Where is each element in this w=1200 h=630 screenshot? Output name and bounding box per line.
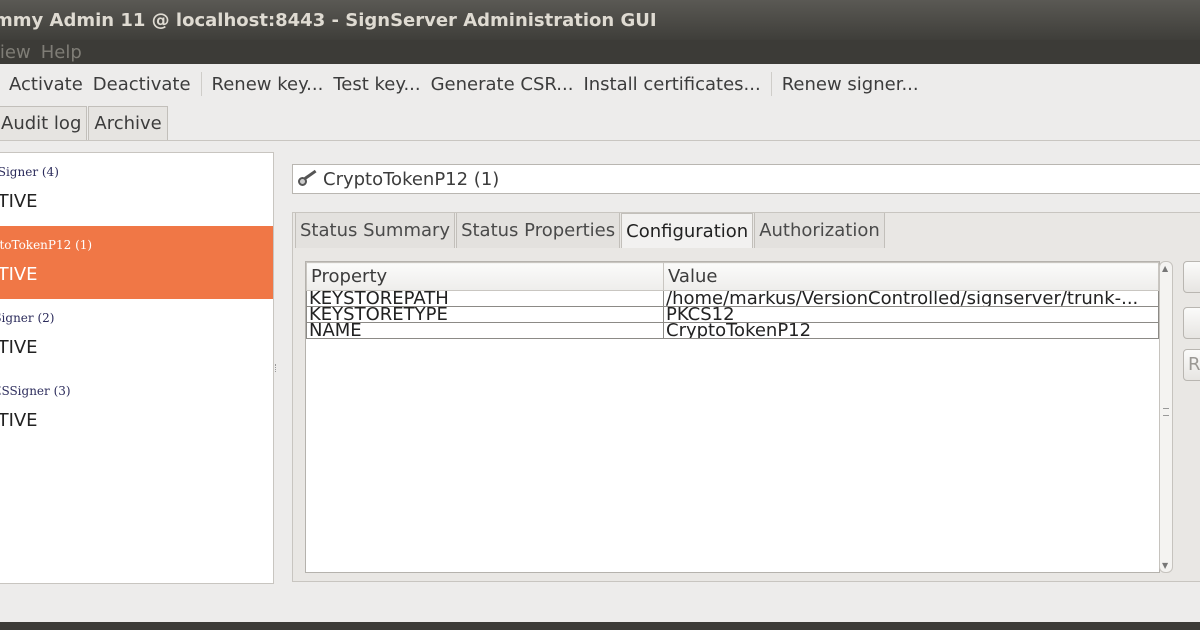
renew-signer-button[interactable]: Renew signer... [777,74,924,95]
table-row[interactable]: KEYSTOREPATH /home/markus/VersionControl… [306,290,1159,307]
deactivate-button[interactable]: Deactivate [88,74,196,95]
split-pane-handle[interactable] [275,364,278,372]
property-cell[interactable]: KEYSTORETYPE [306,306,664,323]
scroll-down-icon[interactable]: ▼ [1162,561,1168,570]
menu-view[interactable]: View [0,42,31,63]
value-cell[interactable]: CryptoTokenP12 [663,322,1159,339]
menu-bar: View Help [0,40,1200,64]
value-cell[interactable]: /home/markus/VersionControlled/signserve… [663,290,1159,307]
main-window: Activate Deactivate Renew key... Test ke… [0,64,1200,622]
list-item[interactable]: dESSigner (3) CTIVE [0,372,273,445]
worker-status: CTIVE [0,264,38,285]
activate-button[interactable]: Activate [4,74,88,95]
tab-status-properties[interactable]: Status Properties [456,213,621,248]
key-icon [297,168,319,190]
column-header-property[interactable]: Property [306,262,664,291]
worker-list[interactable]: ISSigner (4) CTIVE yptoTokenP12 (1) CTIV… [0,152,274,584]
main-tabs: Audit log Archive [0,106,169,142]
tab-configuration[interactable]: Configuration [621,213,754,248]
worker-status: CTIVE [0,337,38,358]
worker-status: CTIVE [0,191,38,212]
tab-authorization[interactable]: Authorization [754,213,885,248]
generate-csr-button[interactable]: Generate CSR... [426,74,579,95]
worker-detail-panel: CryptoTokenP12 (1) Status Summary Status… [292,164,1200,582]
property-cell[interactable]: NAME [306,322,664,339]
list-item[interactable]: FSigner (2) CTIVE [0,299,273,372]
list-item[interactable]: ISSigner (4) CTIVE [0,153,273,226]
side-button-2[interactable] [1183,307,1200,339]
side-button-1[interactable] [1183,261,1200,293]
tab-status-summary[interactable]: Status Summary [295,213,456,248]
table-row[interactable]: KEYSTORETYPE PKCS12 [306,306,1159,323]
scroll-up-icon[interactable]: ▲ [1162,264,1168,273]
detail-tabs: Status Summary Status Properties Configu… [295,213,886,249]
worker-name: ISSigner (4) [0,165,59,179]
window-titlebar: mmy Admin 11 @ localhost:8443 - SignServ… [0,0,1200,40]
worker-name: dESSigner (3) [0,384,71,398]
worker-name: yptoTokenP12 (1) [0,238,93,252]
side-button-3[interactable]: R [1183,349,1200,381]
table-scrollbar[interactable]: ▲ ▼ [1159,261,1173,573]
selected-worker-header: CryptoTokenP12 (1) [292,164,1200,194]
list-item-selected[interactable]: yptoTokenP12 (1) CTIVE [0,226,273,299]
test-key-button[interactable]: Test key... [328,74,425,95]
tab-audit-log[interactable]: Audit log [0,106,88,140]
window-title: mmy Admin 11 @ localhost:8443 - SignServ… [0,9,657,31]
scroll-grip [1163,408,1169,416]
toolbar: Activate Deactivate Renew key... Test ke… [0,64,1200,104]
menu-help[interactable]: Help [41,42,82,63]
install-certificates-button[interactable]: Install certificates... [578,74,765,95]
selected-worker-label: CryptoTokenP12 (1) [323,168,500,190]
toolbar-separator [770,72,772,96]
configuration-table: Property Value KEYSTOREPATH /home/markus… [305,261,1160,573]
table-row[interactable]: NAME CryptoTokenP12 [306,322,1159,339]
toolbar-separator [200,72,202,96]
worker-name: FSigner (2) [0,311,55,325]
worker-status: CTIVE [0,410,38,431]
value-cell[interactable]: PKCS12 [663,306,1159,323]
tab-divider [0,140,1200,141]
property-cell[interactable]: KEYSTOREPATH [306,290,664,307]
detail-tab-panel: Status Summary Status Properties Configu… [292,212,1200,582]
column-header-value[interactable]: Value [663,262,1159,291]
tab-archive[interactable]: Archive [88,106,168,140]
window-bottom-border [0,622,1200,630]
renew-key-button[interactable]: Renew key... [207,74,329,95]
